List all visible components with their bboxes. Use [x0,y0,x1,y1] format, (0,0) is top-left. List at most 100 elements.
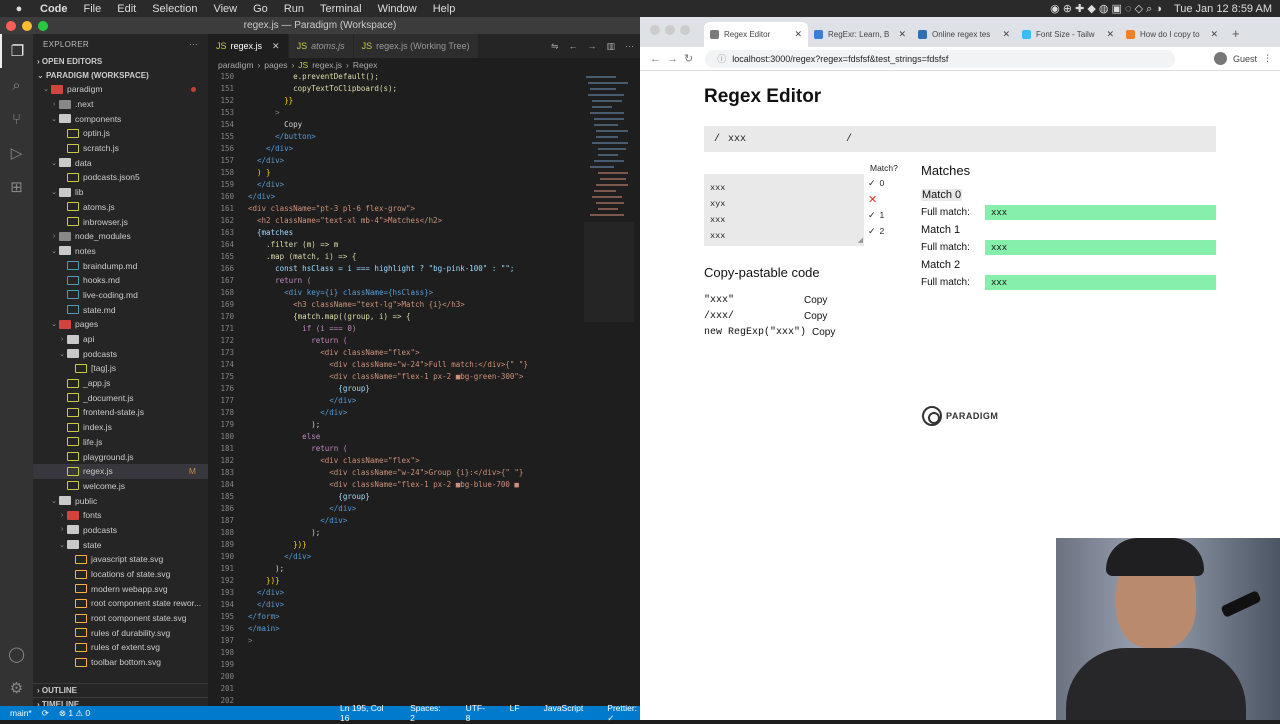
menubar-clock[interactable]: Tue Jan 12 8:59 AM [1174,3,1272,15]
menu-run[interactable]: Run [284,3,304,15]
branch-status[interactable]: main* [10,708,32,718]
code-line[interactable]: })} [248,576,280,585]
code-line[interactable]: </div> [248,600,284,609]
tree-item[interactable]: root component state rewor... [33,596,208,611]
copy-button[interactable]: Copy [812,327,835,338]
back-icon[interactable]: ← [650,53,661,65]
tree-item[interactable]: regex.js M [33,463,208,479]
match-row[interactable]: ✓ 0 [868,175,908,191]
tree-item[interactable]: state.md [33,302,208,317]
go-forward-icon[interactable]: → [587,41,596,51]
workspace-section[interactable]: ⌄ PARADIGM (WORKSPACE) [33,68,208,82]
copy-button[interactable]: Copy [804,311,827,322]
code-line[interactable]: ); [248,564,284,573]
tree-item[interactable]: welcome.js [33,479,208,494]
tree-item[interactable]: hooks.md [33,273,208,288]
menu-app-name[interactable]: Code [40,3,68,15]
breadcrumb-item[interactable]: pages [264,60,287,70]
tree-item[interactable]: ⌄ data [33,155,208,170]
minimap[interactable] [584,72,634,372]
code-line[interactable]: </div> [248,180,284,189]
explorer-icon[interactable]: ❐ [0,34,33,68]
browser-tab[interactable]: Regex Editor ✕ [704,22,808,47]
code-line[interactable]: </div> [248,396,356,405]
tree-item[interactable]: ⌄ lib [33,185,208,200]
profile-button[interactable]: Guest ⋮ [1213,52,1272,65]
tree-item[interactable]: inbrowser.js [33,214,208,229]
menu-file[interactable]: File [84,3,102,15]
outline-section[interactable]: › OUTLINE [33,683,208,697]
sync-icon[interactable]: ⟳ [42,708,49,719]
tab-regex-working-tree[interactable]: JS regex.js (Working Tree) [353,34,479,58]
code-line[interactable]: </div> [248,408,347,417]
open-editors-section[interactable]: › OPEN EDITORS [33,54,208,68]
go-back-icon[interactable]: ← [568,41,577,51]
code-line[interactable]: if (i === 0) [248,324,356,333]
close-icon[interactable]: ✕ [272,41,280,52]
paradigm-logo[interactable]: PARADIGM [922,406,998,426]
tree-item[interactable]: podcasts.json5 [33,170,208,185]
tree-item[interactable]: ⌄ notes [33,244,208,259]
code-line[interactable]: }} [248,96,293,105]
account-icon[interactable]: ◯ [0,637,33,671]
code-line[interactable]: <div className="flex"> [248,348,419,357]
code-line[interactable]: <div className="pt-3 pl-6 flex-grow"> [248,204,415,213]
tree-item[interactable]: javascript state.svg [33,552,208,567]
match-row[interactable]: ✓ 1 [868,207,908,223]
code-line[interactable]: </div> [248,552,311,561]
menu-go[interactable]: Go [253,3,268,15]
gear-icon[interactable]: ⚙ [0,671,33,705]
tree-item[interactable]: playground.js [33,449,208,464]
close-icon[interactable]: ✕ [898,29,906,40]
tree-item[interactable]: atoms.js [33,200,208,215]
info-icon[interactable]: ⓘ [717,52,726,65]
run-debug-icon[interactable]: ▷ [0,136,33,170]
new-tab-icon[interactable]: + [1232,26,1240,41]
code-line[interactable]: return ( [248,444,347,453]
tree-item[interactable]: › .next [33,97,208,112]
tree-item[interactable]: ⌄ public [33,493,208,508]
breadcrumb-item[interactable]: regex.js [312,60,342,70]
code-line[interactable]: {matches [248,228,293,237]
code-line[interactable]: else [248,432,320,441]
browser-tab[interactable]: Online regex tes ✕ [912,22,1016,47]
more-vert-icon[interactable]: ⋮ [1263,53,1272,64]
browser-tab[interactable]: Font Size - Tailw ✕ [1016,22,1120,47]
close-icon[interactable]: ✕ [1210,29,1218,40]
source-control-icon[interactable]: ⑂ [0,102,33,136]
menu-view[interactable]: View [213,3,237,15]
menu-edit[interactable]: Edit [117,3,136,15]
browser-tab[interactable]: RegExr: Learn, B ✕ [808,22,912,47]
minimize-window-icon[interactable] [665,25,675,35]
tree-item[interactable]: optin.js [33,126,208,141]
extensions-icon[interactable]: ⊞ [0,170,33,204]
code-line[interactable]: ); [248,528,320,537]
cursor-position[interactable]: Ln 195, Col 16 [340,703,386,724]
copy-button[interactable]: Copy [804,295,827,306]
tree-item[interactable]: life.js [33,435,208,450]
forward-icon[interactable]: → [667,53,678,65]
tab-atoms-js[interactable]: JS atoms.js [288,34,354,58]
tree-item[interactable]: [tag].js [33,361,208,376]
code-line[interactable]: return ( [248,336,347,345]
prettier-status[interactable]: Prettier: ✓ [607,703,640,724]
test-strings-textarea[interactable]: xxx xyx xxx xxx ◢ [704,174,864,246]
code-line[interactable]: </div> [248,192,275,201]
more-actions-icon[interactable]: ··· [625,41,634,51]
encoding-status[interactable]: UTF-8 [466,703,486,724]
code-line[interactable]: > [248,108,280,117]
breadcrumb-item[interactable]: Regex [353,60,378,70]
code-line[interactable]: <h3 className="text-lg">Match {i}</h3> [248,300,465,309]
code-line[interactable]: .map (match, i) => { [248,252,356,261]
menu-terminal[interactable]: Terminal [320,3,362,15]
address-bar[interactable]: ⓘ localhost:3000/regex?regex=fdsfsf&test… [705,49,1176,68]
code-line[interactable]: <div key={i} className={hsClass}> [248,288,433,297]
browser-tab[interactable]: How do I copy to ✕ [1120,22,1224,47]
code-line[interactable]: </div> [248,144,293,153]
tray-icons[interactable]: ◉ ⊕ ✚ ◆ ◍ ▣ ◌ ◇ ⌕ ◑ [1050,2,1162,16]
zoom-window-icon[interactable] [680,25,690,35]
tree-item[interactable]: › podcasts [33,523,208,538]
code-line[interactable]: {group} [248,492,370,501]
code-line[interactable]: Copy [248,120,302,129]
code-line[interactable]: </button> [248,132,316,141]
